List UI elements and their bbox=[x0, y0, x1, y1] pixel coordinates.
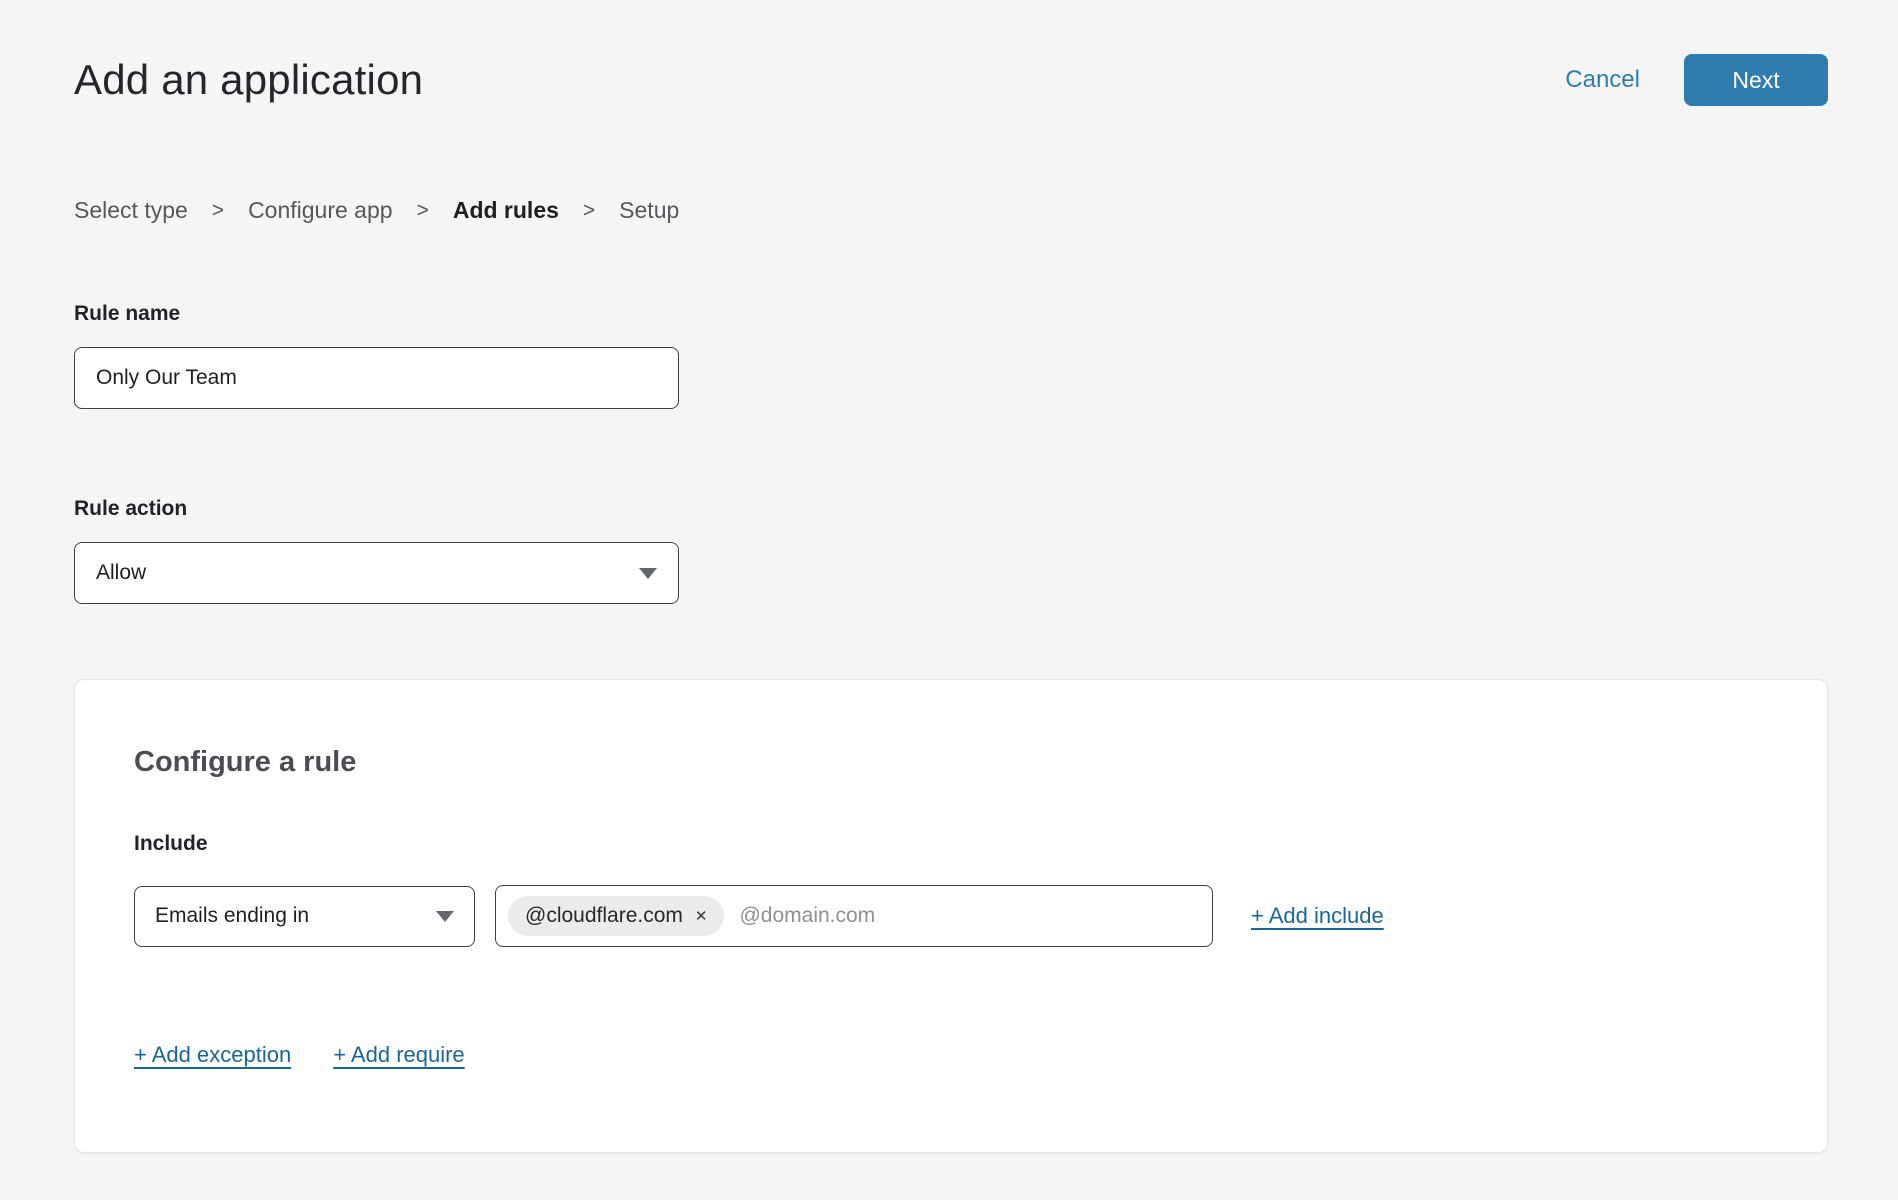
include-criteria-select[interactable]: Emails ending in bbox=[134, 886, 475, 947]
include-rule-row: Emails ending in @cloudflare.com ✕ + Add… bbox=[134, 885, 1767, 947]
configure-rule-card: Configure a rule Include Emails ending i… bbox=[74, 679, 1828, 1153]
breadcrumb-add-rules[interactable]: Add rules bbox=[453, 197, 559, 224]
include-criteria-value: Emails ending in bbox=[155, 904, 309, 928]
next-button[interactable]: Next bbox=[1684, 54, 1828, 106]
breadcrumb-separator-icon: > bbox=[417, 197, 429, 224]
breadcrumb-select-type[interactable]: Select type bbox=[74, 197, 188, 224]
add-exception-link[interactable]: + Add exception bbox=[134, 1041, 291, 1068]
remove-chip-icon[interactable]: ✕ bbox=[695, 909, 708, 924]
rule-action-value: Allow bbox=[96, 561, 146, 585]
email-domain-chip: @cloudflare.com ✕ bbox=[508, 896, 724, 936]
card-title: Configure a rule bbox=[134, 747, 1767, 778]
email-domains-input[interactable]: @cloudflare.com ✕ bbox=[495, 885, 1213, 947]
rule-name-label: Rule name bbox=[74, 301, 1828, 327]
email-domain-chip-label: @cloudflare.com bbox=[525, 904, 683, 928]
rule-links-row: + Add exception + Add require bbox=[134, 1041, 1767, 1068]
breadcrumb-separator-icon: > bbox=[212, 197, 224, 224]
page-header: Add an application Cancel Next bbox=[74, 54, 1828, 106]
cancel-button[interactable]: Cancel bbox=[1565, 66, 1640, 94]
breadcrumb-separator-icon: > bbox=[583, 197, 595, 224]
breadcrumb-setup[interactable]: Setup bbox=[619, 197, 679, 224]
chevron-down-icon bbox=[639, 568, 657, 579]
rule-action-select[interactable]: Allow bbox=[74, 542, 679, 604]
page-title: Add an application bbox=[74, 54, 423, 106]
include-label: Include bbox=[134, 831, 1767, 857]
breadcrumb: Select type > Configure app > Add rules … bbox=[74, 197, 1828, 224]
rule-name-input[interactable] bbox=[74, 347, 679, 409]
rule-action-label: Rule action bbox=[74, 496, 1828, 522]
breadcrumb-configure-app[interactable]: Configure app bbox=[248, 197, 393, 224]
add-application-page: Add an application Cancel Next Select ty… bbox=[0, 0, 1898, 1153]
add-include-link[interactable]: + Add include bbox=[1251, 903, 1384, 929]
chevron-down-icon bbox=[436, 911, 454, 922]
header-actions: Cancel Next bbox=[1565, 54, 1828, 106]
email-domain-text-input[interactable] bbox=[739, 904, 1200, 928]
add-require-link[interactable]: + Add require bbox=[333, 1041, 464, 1068]
